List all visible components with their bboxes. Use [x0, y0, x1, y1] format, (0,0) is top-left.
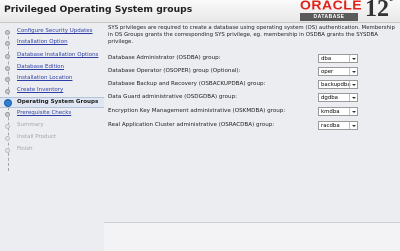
- step-summary: Summary: [0, 121, 104, 132]
- osdba-group-row: Database Administrator (OSDBA) group: db…: [108, 54, 368, 64]
- step-status-icon: [5, 41, 10, 46]
- step-operating-system-groups[interactable]: Operating System Groups: [0, 97, 104, 108]
- select-value: dgdba: [321, 94, 338, 101]
- osoper-group-select[interactable]: oper: [318, 67, 358, 76]
- step-label: Configure Security Updates: [17, 28, 93, 34]
- current-step-icon: [4, 99, 12, 107]
- osoper-group-row: Database Operator (OSOPER) group (Option…: [108, 67, 368, 77]
- message-area: [104, 222, 400, 251]
- step-label: Finish: [17, 146, 33, 152]
- oskmdba-group-label: Encryption Key Management administrative…: [108, 108, 286, 114]
- oskmdba-group-select[interactable]: kmdba: [318, 107, 358, 116]
- step-status-icon: [5, 77, 10, 82]
- chevron-down-icon[interactable]: [349, 68, 357, 75]
- step-status-icon: [5, 66, 10, 71]
- step-label: Database Edition: [17, 64, 65, 70]
- step-status-icon: [5, 136, 10, 141]
- step-status-icon: [5, 30, 10, 35]
- osdgdba-group-label: Data Guard administrative (OSDGDBA) grou…: [108, 94, 238, 100]
- step-label: Prerequisite Checks: [17, 110, 72, 116]
- step-prerequisite-checks[interactable]: Prerequisite Checks: [0, 109, 104, 120]
- osracdba-group-row: Real Application Cluster administrative …: [108, 121, 368, 131]
- step-installation-option[interactable]: Installation Option: [0, 38, 104, 49]
- select-value: dba: [321, 55, 332, 62]
- page-title: Privileged Operating System groups: [4, 4, 193, 15]
- step-label: Create Inventory: [17, 87, 64, 93]
- osoper-group-label: Database Operator (OSOPER) group (Option…: [108, 68, 241, 74]
- chevron-down-icon[interactable]: [349, 81, 357, 88]
- step-label: Installation Location: [17, 75, 73, 81]
- osbackupdba-group-label: Database Backup and Recovery (OSBACKUPDB…: [108, 81, 266, 87]
- logo-version: 12c: [365, 0, 393, 23]
- chevron-down-icon[interactable]: [349, 94, 357, 101]
- select-value: oper: [321, 68, 334, 75]
- logo-version-suffix: c: [389, 0, 393, 3]
- step-status-icon: [5, 124, 10, 129]
- step-status-icon: [5, 89, 10, 94]
- osracdba-group-label: Real Application Cluster administrative …: [108, 122, 275, 128]
- step-status-icon: [5, 148, 10, 153]
- select-value: racdba: [321, 122, 340, 129]
- osracdba-group-select[interactable]: racdba: [318, 121, 358, 130]
- step-installation-location[interactable]: Installation Location: [0, 74, 104, 85]
- chevron-down-icon[interactable]: [349, 108, 357, 115]
- step-label: Database Installation Options: [17, 52, 99, 58]
- step-database-installation-options[interactable]: Database Installation Options: [0, 51, 104, 62]
- description-text: SYS privileges are required to create a …: [108, 25, 395, 45]
- step-label: Install Product: [17, 134, 57, 140]
- window-header: Privileged Operating System groups ORACL…: [0, 0, 400, 23]
- logo-version-number: 12: [365, 0, 389, 22]
- step-label: Installation Option: [17, 39, 68, 45]
- oracle-logo: ORACLE DATABASE 12c: [296, 0, 400, 22]
- select-value: kmdba: [321, 108, 340, 115]
- step-create-inventory[interactable]: Create Inventory: [0, 86, 104, 97]
- oskmdba-group-row: Encryption Key Management administrative…: [108, 107, 368, 117]
- step-configure-security-updates[interactable]: Configure Security Updates: [0, 27, 104, 38]
- osdba-group-label: Database Administrator (OSDBA) group:: [108, 55, 221, 61]
- osbackupdba-group-select[interactable]: backupdba: [318, 80, 358, 89]
- step-install-product: Install Product: [0, 133, 104, 144]
- osdgdba-group-row: Data Guard administrative (OSDGDBA) grou…: [108, 93, 368, 103]
- logo-brand: ORACLE: [300, 0, 363, 13]
- step-label: Operating System Groups: [17, 99, 99, 105]
- step-finish: Finish: [0, 145, 104, 156]
- chevron-down-icon[interactable]: [349, 55, 357, 62]
- step-status-icon: [5, 54, 10, 59]
- step-label: Summary: [17, 122, 44, 128]
- step-status-icon: [5, 112, 10, 117]
- osdba-group-select[interactable]: dba: [318, 54, 358, 63]
- logo-product: DATABASE: [300, 13, 358, 21]
- select-value: backupdba: [321, 81, 351, 88]
- step-database-edition[interactable]: Database Edition: [0, 63, 104, 74]
- step-navigator: Configure Security Updates Installation …: [0, 23, 104, 250]
- osdgdba-group-select[interactable]: dgdba: [318, 93, 358, 102]
- main-panel: SYS privileges are required to create a …: [104, 23, 400, 250]
- chevron-down-icon[interactable]: [349, 122, 357, 129]
- osbackupdba-group-row: Database Backup and Recovery (OSBACKUPDB…: [108, 80, 368, 90]
